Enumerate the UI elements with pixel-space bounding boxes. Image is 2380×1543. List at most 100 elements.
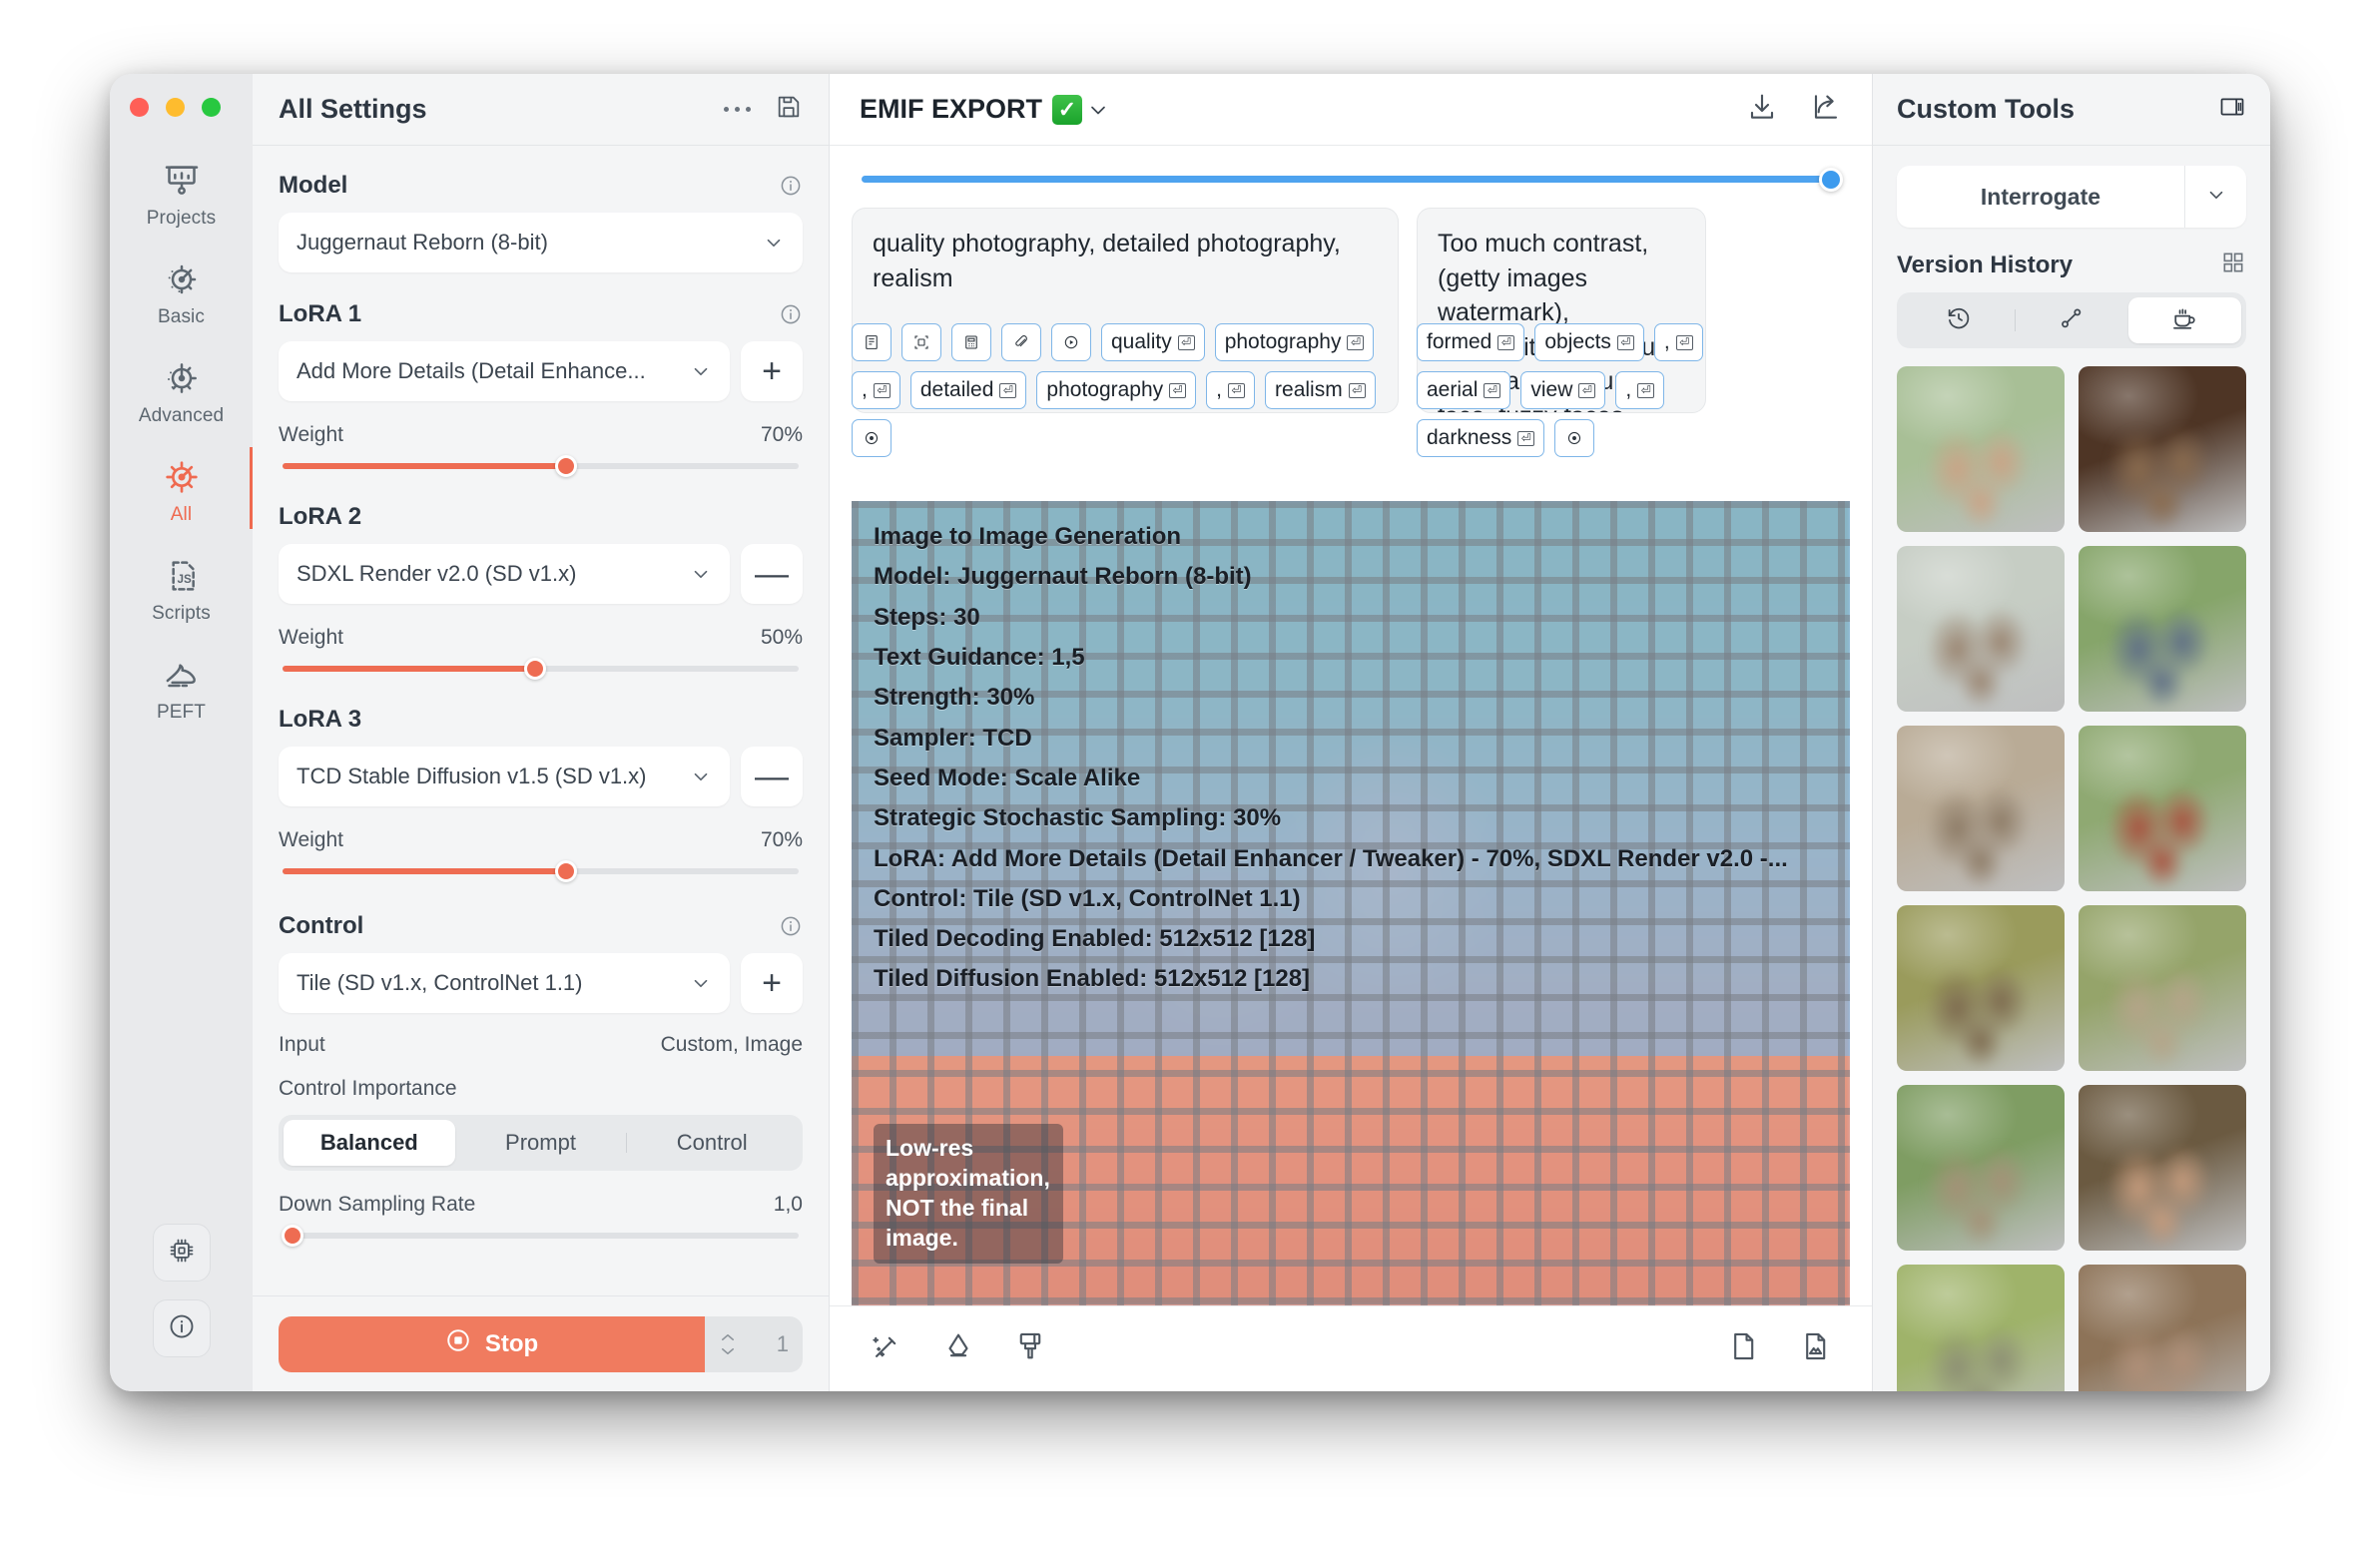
- magic-wand-button[interactable]: [870, 1329, 903, 1368]
- tab-balanced[interactable]: Balanced: [284, 1120, 455, 1166]
- image-preview[interactable]: Image to Image Generation Model: Juggern…: [852, 501, 1850, 1305]
- control-select[interactable]: Tile (SD v1.x, ControlNet 1.1): [279, 953, 730, 1013]
- share-button[interactable]: [1810, 91, 1842, 128]
- add-lora-button[interactable]: +: [741, 341, 803, 401]
- rail-bottom-actions: [110, 1224, 253, 1357]
- tab-control[interactable]: Control: [626, 1120, 798, 1166]
- stop-record-icon: [445, 1327, 471, 1360]
- tools-title: Custom Tools: [1897, 94, 2075, 124]
- lora1-field: Add More Details (Detail Enhance... +: [279, 341, 803, 401]
- add-control-button[interactable]: +: [741, 953, 803, 1013]
- sidebar-item-peft[interactable]: PEFT: [110, 639, 253, 738]
- sidebar-item-projects[interactable]: Projects: [110, 145, 253, 244]
- token-chip[interactable]: [1051, 323, 1091, 361]
- model-select[interactable]: Juggernaut Reborn (8-bit): [279, 213, 803, 272]
- info-icon[interactable]: [779, 302, 803, 326]
- low-res-note: Low-res approximation, NOT the final ima…: [874, 1124, 1063, 1264]
- version-thumbnail[interactable]: [1897, 546, 2065, 712]
- token-chip[interactable]: formed ⏎: [1417, 323, 1525, 361]
- more-options-button[interactable]: [724, 107, 751, 112]
- thumbnail-subject: [1897, 546, 2065, 712]
- image-file-button[interactable]: [1798, 1329, 1832, 1368]
- version-thumbnail[interactable]: [1897, 1085, 2065, 1251]
- token-chip[interactable]: darkness ⏎: [1417, 419, 1545, 457]
- token-chip[interactable]: photography ⏎: [1214, 323, 1375, 361]
- version-thumbnail[interactable]: [1897, 366, 2065, 532]
- version-thumbnail[interactable]: [1897, 726, 2065, 891]
- save-settings-button[interactable]: [775, 93, 803, 126]
- token-chip[interactable]: view ⏎: [1520, 371, 1606, 409]
- token-chip[interactable]: [852, 323, 892, 361]
- stop-button[interactable]: Stop: [279, 1315, 705, 1372]
- version-thumbnail[interactable]: [2079, 1265, 2246, 1391]
- lora2-weight-row: Weight 50%: [279, 626, 803, 650]
- version-thumbnail[interactable]: [1897, 905, 2065, 1071]
- remove-lora2-button[interactable]: —: [741, 544, 803, 604]
- version-thumbnail[interactable]: [2079, 1085, 2246, 1251]
- maximize-window-button[interactable]: [202, 98, 221, 117]
- tab-node-graph[interactable]: [2015, 297, 2127, 343]
- token-chip[interactable]: detailed ⏎: [909, 371, 1027, 409]
- token-chip[interactable]: objects ⏎: [1534, 323, 1644, 361]
- version-thumbnail[interactable]: [2079, 726, 2246, 891]
- token-text: ,: [1663, 330, 1670, 353]
- document-button[interactable]: [1726, 1329, 1760, 1368]
- batch-count-stepper[interactable]: 1: [705, 1315, 803, 1372]
- token-chip[interactable]: photography ⏎: [1036, 371, 1197, 409]
- settings-panel: All Settings Model Juggernaut Reborn (8-…: [253, 74, 830, 1391]
- token-chip[interactable]: , ⏎: [1653, 323, 1703, 361]
- stepper-arrows-icon: [719, 1331, 737, 1357]
- panel-toggle-button[interactable]: [2218, 93, 2246, 126]
- thumbnail-subject: [2079, 726, 2246, 891]
- tab-history[interactable]: [1902, 297, 2015, 343]
- info-button[interactable]: [152, 1299, 211, 1357]
- tab-coffee[interactable]: [2127, 297, 2241, 343]
- token-chip[interactable]: [1001, 323, 1041, 361]
- paintbrush-button[interactable]: [1013, 1329, 1047, 1368]
- meta-line: LoRA: Add More Details (Detail Enhancer …: [874, 844, 1788, 872]
- token-chip[interactable]: , ⏎: [1206, 371, 1256, 409]
- sidebar-item-all[interactable]: All: [110, 441, 253, 540]
- control-input-value: Custom, Image: [660, 1033, 803, 1056]
- token-chip[interactable]: aerial ⏎: [1417, 371, 1511, 409]
- token-chip[interactable]: , ⏎: [852, 371, 900, 409]
- token-chip[interactable]: , ⏎: [1615, 371, 1665, 409]
- zoom-slider[interactable]: [862, 168, 1843, 192]
- return-key-icon: ⏎: [1517, 430, 1535, 446]
- download-button[interactable]: [1746, 91, 1778, 128]
- version-thumbnail[interactable]: [2079, 546, 2246, 712]
- lora3-select[interactable]: TCD Stable Diffusion v1.5 (SD v1.x): [279, 747, 730, 806]
- info-icon[interactable]: [779, 174, 803, 198]
- version-thumbnail[interactable]: [2079, 366, 2246, 532]
- close-window-button[interactable]: [130, 98, 149, 117]
- sidebar-item-advanced[interactable]: Advanced: [110, 342, 253, 441]
- lora3-weight-slider[interactable]: [283, 860, 799, 882]
- lora2-select[interactable]: SDXL Render v2.0 (SD v1.x): [279, 544, 730, 604]
- chevron-down-icon[interactable]: [1086, 98, 1110, 122]
- tab-prompt[interactable]: Prompt: [455, 1120, 627, 1166]
- token-chip[interactable]: quality ⏎: [1101, 323, 1205, 361]
- token-chip[interactable]: realism ⏎: [1265, 371, 1376, 409]
- sidebar-item-basic[interactable]: Basic: [110, 244, 253, 342]
- sidebar-item-scripts[interactable]: JS Scripts: [110, 540, 253, 639]
- down-sampling-slider[interactable]: [282, 1225, 799, 1247]
- lora2-weight-slider[interactable]: [283, 658, 799, 680]
- token-chip[interactable]: [901, 323, 941, 361]
- eraser-button[interactable]: [941, 1329, 975, 1368]
- version-history-label: Version History: [1897, 251, 2074, 278]
- info-icon[interactable]: [779, 914, 803, 938]
- version-thumbnail[interactable]: [2079, 905, 2246, 1071]
- token-chip[interactable]: [951, 323, 991, 361]
- version-history-header: Version History: [1897, 250, 2246, 280]
- token-chip[interactable]: [1554, 419, 1595, 457]
- interrogate-button[interactable]: Interrogate: [1897, 166, 2184, 228]
- interrogate-dropdown-button[interactable]: [2184, 166, 2246, 228]
- minimize-window-button[interactable]: [166, 98, 185, 117]
- grid-view-button[interactable]: [2220, 250, 2246, 280]
- lora1-weight-slider[interactable]: [283, 455, 799, 477]
- remove-lora3-button[interactable]: —: [741, 747, 803, 806]
- lora1-select[interactable]: Add More Details (Detail Enhance...: [279, 341, 730, 401]
- version-thumbnail[interactable]: [1897, 1265, 2065, 1391]
- token-chip[interactable]: [852, 419, 892, 457]
- cpu-chip-button[interactable]: [152, 1224, 211, 1282]
